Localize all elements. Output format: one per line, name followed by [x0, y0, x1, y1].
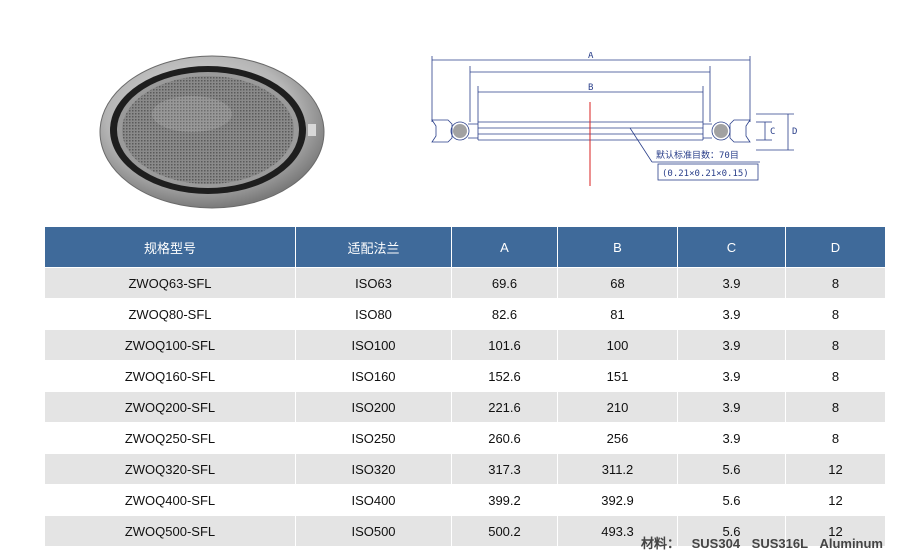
table-cell: ISO80: [295, 298, 452, 330]
table-row: ZWOQ80-SFL ISO80 82.6 81 3.9 8: [45, 298, 885, 330]
table-cell: ZWOQ500-SFL: [45, 515, 296, 546]
table-cell: 8: [785, 360, 885, 392]
table-cell: ZWOQ63-SFL: [45, 267, 296, 299]
material-line: 材料： SUS304 SUS316L Aluminum: [633, 533, 883, 552]
material-label: 材料：: [640, 536, 680, 551]
table-cell: ISO100: [295, 329, 452, 361]
table-cell: 69.6: [451, 267, 558, 299]
dimension-label-d: D: [792, 127, 797, 137]
table-row: ZWOQ100-SFL ISO100 101.6 100 3.9 8: [45, 329, 885, 361]
material-value: Aluminum: [819, 536, 883, 551]
table-row: ZWOQ320-SFL ISO320 317.3 311.2 5.6 12: [45, 453, 885, 485]
table-cell: ISO160: [295, 360, 452, 392]
table-cell: 399.2: [451, 484, 558, 516]
mesh-note-line2: (0.21×0.21×0.15): [662, 169, 749, 179]
table-cell: ZWOQ160-SFL: [45, 360, 296, 392]
table-cell: 8: [785, 391, 885, 423]
cross-section-drawing: A B C D 默认标准目数：70目 (0.21×0.21×0.15): [431, 52, 797, 186]
table-cell: 3.9: [677, 267, 786, 299]
table-cell: 68: [557, 267, 678, 299]
material-value: SUS304: [691, 536, 741, 551]
dimension-label-a: A: [588, 52, 594, 61]
table-row: ZWOQ400-SFL ISO400 399.2 392.9 5.6 12: [45, 484, 885, 516]
table-cell: 3.9: [677, 391, 786, 423]
table-cell: 3.9: [677, 329, 786, 361]
table-cell: ISO500: [295, 515, 452, 546]
table-cell: ZWOQ80-SFL: [45, 298, 296, 330]
product-photo: [99, 55, 325, 209]
table-cell: 151: [557, 360, 678, 392]
table-cell: 256: [557, 422, 678, 454]
table-cell: 3.9: [677, 360, 786, 392]
table-cell: ISO200: [295, 391, 452, 423]
table-cell: 3.9: [677, 298, 786, 330]
table-cell: ISO400: [295, 484, 452, 516]
header-flange: 适配法兰: [295, 227, 452, 268]
table-cell: ZWOQ250-SFL: [45, 422, 296, 454]
header-c: C: [677, 227, 786, 268]
dimension-label-b: B: [588, 83, 593, 93]
table-cell: ZWOQ400-SFL: [45, 484, 296, 516]
table-cell: ISO320: [295, 453, 452, 485]
table-row: ZWOQ63-SFL ISO63 69.6 68 3.9 8: [45, 267, 885, 299]
table-cell: ISO250: [295, 422, 452, 454]
table-cell: 8: [785, 422, 885, 454]
table-row: ZWOQ250-SFL ISO250 260.6 256 3.9 8: [45, 422, 885, 454]
table-cell: 12: [785, 453, 885, 485]
table-cell: ZWOQ100-SFL: [45, 329, 296, 361]
table-cell: 500.2: [451, 515, 558, 546]
table-cell: 317.3: [451, 453, 558, 485]
dimension-label-c: C: [770, 127, 775, 137]
table-cell: 101.6: [451, 329, 558, 361]
table-cell: 3.9: [677, 422, 786, 454]
table-cell: 8: [785, 329, 885, 361]
specification-table: 规格型号 适配法兰 A B C D ZWOQ63-SFL ISO63 69.6 68 3…: [45, 227, 885, 546]
table-cell: 82.6: [451, 298, 558, 330]
mesh-note-line1: 默认标准目数：70目: [656, 149, 739, 161]
table-cell: 8: [785, 267, 885, 299]
table-cell: 311.2: [557, 453, 678, 485]
table-cell: 5.6: [677, 484, 786, 516]
table-cell: 100: [557, 329, 678, 361]
table-cell: 392.9: [557, 484, 678, 516]
table-cell: ZWOQ200-SFL: [45, 391, 296, 423]
header-model: 规格型号: [45, 227, 296, 268]
table-cell: ISO63: [295, 267, 452, 299]
table-cell: 81: [557, 298, 678, 330]
table-cell: 12: [785, 484, 885, 516]
table-row: ZWOQ200-SFL ISO200 221.6 210 3.9 8: [45, 391, 885, 423]
header-a: A: [451, 227, 558, 268]
table-cell: 152.6: [451, 360, 558, 392]
header-b: B: [557, 227, 678, 268]
material-value: SUS316L: [751, 536, 808, 551]
table-body: ZWOQ63-SFL ISO63 69.6 68 3.9 8 ZWOQ80-SFL ISO80…: [45, 267, 885, 546]
header-d: D: [785, 227, 885, 268]
table-row: ZWOQ160-SFL ISO160 152.6 151 3.9 8: [45, 360, 885, 392]
table-cell: 5.6: [677, 453, 786, 485]
table-cell: 8: [785, 298, 885, 330]
table-cell: 210: [557, 391, 678, 423]
table-cell: 221.6: [451, 391, 558, 423]
table-cell: 260.6: [451, 422, 558, 454]
table-header-row: 规格型号 适配法兰 A B C D: [45, 227, 885, 268]
table-cell: ZWOQ320-SFL: [45, 453, 296, 485]
